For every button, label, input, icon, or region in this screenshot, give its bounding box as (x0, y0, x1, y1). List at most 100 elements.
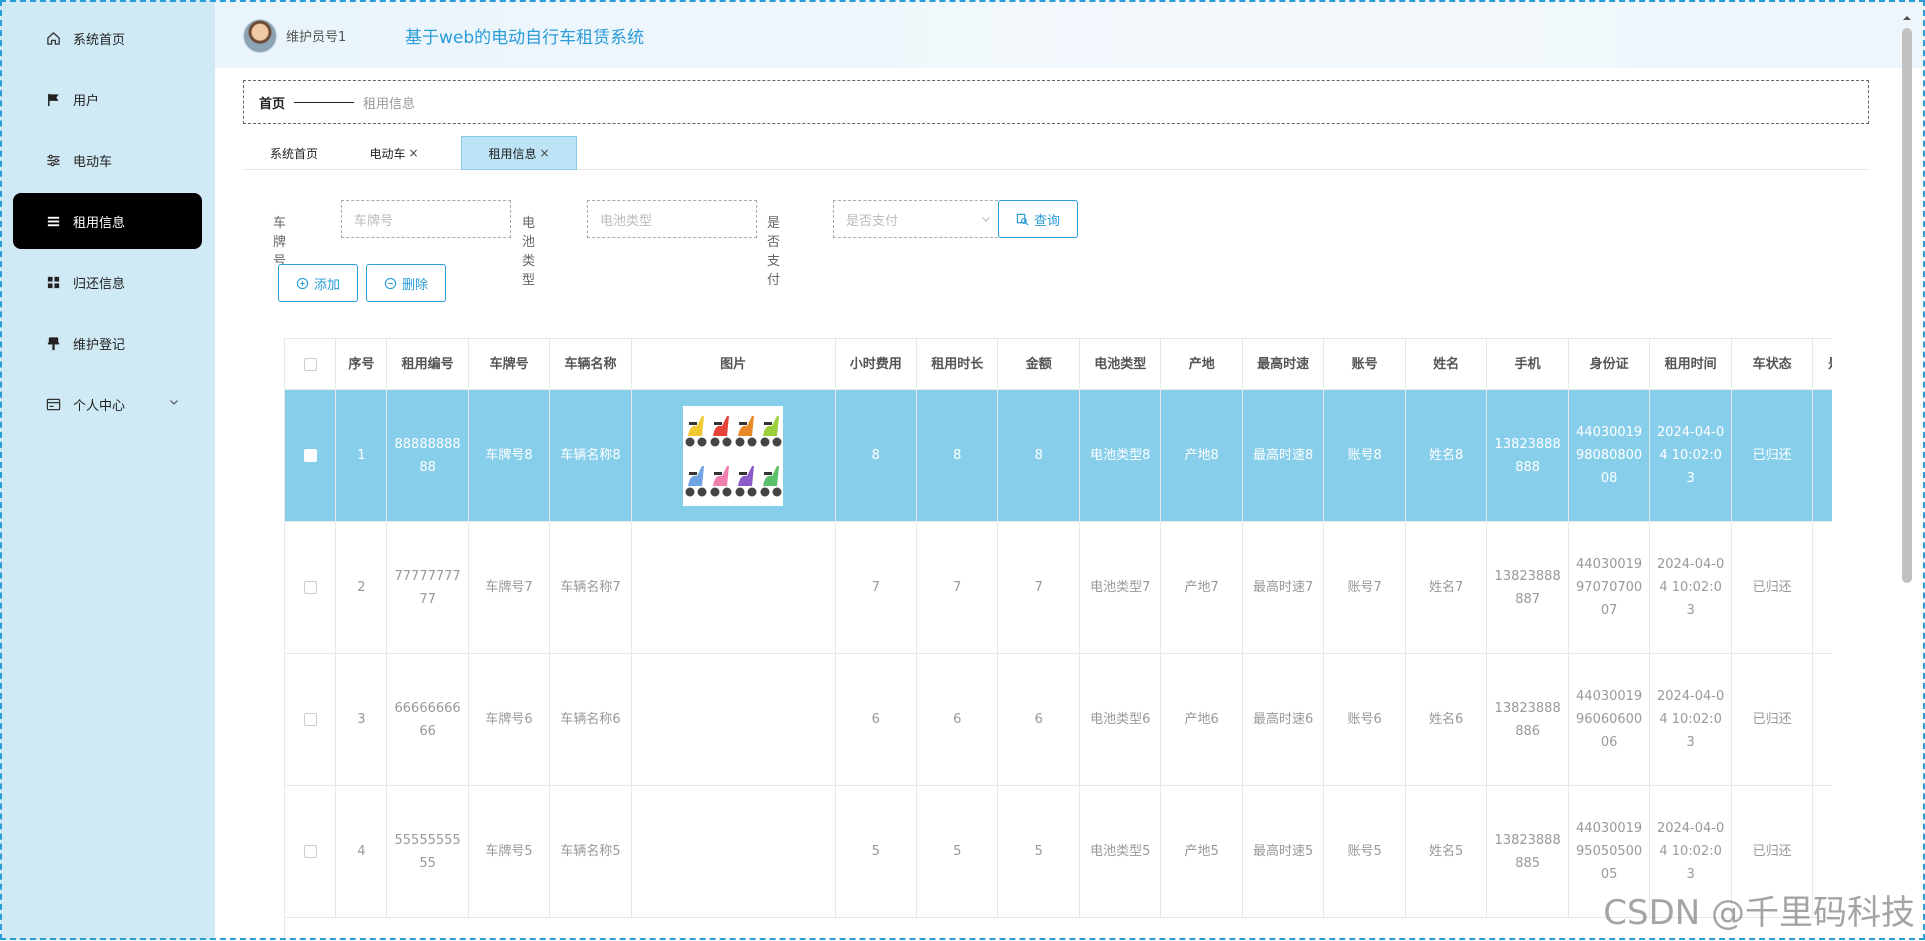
cell-index: 1 (335, 389, 388, 522)
cell-id-card: 440300199808080008 (1568, 389, 1651, 522)
column-header[interactable]: 账号 (1323, 339, 1406, 390)
column-header[interactable]: 电池类型 (1079, 339, 1162, 390)
sidebar-item-profile[interactable]: 个人中心 (13, 376, 202, 432)
row-select-cell (285, 521, 337, 654)
cell-name: 车辆名称7 (549, 521, 632, 654)
flag-icon (45, 91, 61, 107)
cell-id-card: 440300199606060006 (1568, 653, 1651, 786)
cell-name: 车辆名称8 (549, 389, 632, 522)
tab-bar: 系统首页 电动车 × 租用信息 × (243, 136, 1869, 170)
image-cell (631, 521, 836, 654)
cell-duration: 5 (916, 785, 999, 918)
sidebar-item-label: 系统首页 (73, 32, 126, 48)
battery-input[interactable]: 电池类型 (587, 200, 757, 238)
cell-person: 姓名8 (1405, 389, 1488, 522)
cell-person: 姓名5 (1405, 785, 1488, 918)
column-header[interactable]: 车牌号 (468, 339, 551, 390)
rental-table: 序号 租用编号 车牌号 车辆名称 图片 小时费用 租用时长 金额 电池类型 产地… (284, 338, 1832, 941)
sidebar-item-label: 维护登记 (73, 337, 126, 353)
cell-plate: 车牌号6 (468, 653, 551, 786)
cell-paid: 未支付 (1812, 521, 1832, 654)
vertical-scrollbar[interactable] (1902, 28, 1912, 583)
search-icon (1016, 213, 1029, 225)
table-header-row: 序号 租用编号 车牌号 车辆名称 图片 小时费用 租用时长 金额 电池类型 产地… (285, 339, 1832, 390)
image-cell (631, 785, 836, 918)
plate-input[interactable]: 车牌号 (341, 200, 511, 238)
row-select-cell (285, 653, 337, 786)
tab-label: 系统首页 (269, 146, 318, 161)
minus-circle-icon (384, 277, 397, 289)
cell-speed: 最高时速7 (1242, 521, 1325, 654)
sidebar-item-rental[interactable]: 租用信息 (13, 193, 202, 249)
column-header[interactable]: 姓名 (1405, 339, 1488, 390)
column-header[interactable]: 最高时速 (1242, 339, 1325, 390)
close-icon[interactable]: × (539, 146, 549, 160)
column-header[interactable]: 租用时长 (916, 339, 999, 390)
row-checkbox[interactable] (303, 449, 317, 462)
cell-time: 2024-04-04 10:02:03 (1649, 389, 1732, 522)
sidebar-item-return[interactable]: 归还信息 (13, 254, 202, 310)
row-select-cell (285, 785, 337, 918)
tab-home[interactable]: 系统首页 (243, 136, 345, 170)
close-icon[interactable]: × (408, 146, 418, 160)
cell-rent-no: 7777777777 (386, 521, 469, 654)
column-header[interactable]: 租用编号 (386, 339, 469, 390)
cell-amount: 5 (997, 785, 1080, 918)
sidebar-item-maintenance[interactable]: 维护登记 (13, 315, 202, 371)
column-header[interactable]: 租用时间 (1649, 339, 1732, 390)
select-all-checkbox[interactable] (303, 357, 317, 371)
chevron-down-icon[interactable] (168, 396, 180, 412)
query-button[interactable]: 查询 (998, 200, 1078, 238)
breadcrumb-home[interactable]: 首页 (259, 93, 285, 112)
plus-circle-icon (296, 277, 309, 289)
scroll-up-arrow[interactable] (1902, 8, 1912, 22)
column-header[interactable]: 小时费用 (835, 339, 918, 390)
avatar[interactable] (243, 19, 277, 53)
sidebar-item-users[interactable]: 用户 (13, 71, 202, 127)
sidebar-item-label: 个人中心 (73, 398, 126, 414)
row-checkbox[interactable] (303, 845, 317, 858)
table-row[interactable]: 3 6666666666 车牌号6 车辆名称6 6 6 6 电池类型6 产地6 最高时速6 账号6 姓… (285, 653, 1832, 786)
column-header[interactable]: 身份证 (1568, 339, 1651, 390)
cell-battery: 电池类型5 (1079, 785, 1162, 918)
cell-rent-no: 6666666666 (386, 653, 469, 786)
column-header[interactable]: 车状态 (1731, 339, 1814, 390)
paid-select-value: 是否支付 (846, 213, 899, 229)
scooter-image[interactable] (683, 405, 784, 506)
cell-origin: 产地6 (1160, 653, 1243, 786)
row-select-cell (285, 389, 337, 522)
table-row[interactable]: 2 7777777777 车牌号7 车辆名称7 7 7 7 电池类型7 产地7 最高时速7 账号7 姓… (285, 521, 1832, 654)
column-header[interactable]: 产地 (1160, 339, 1243, 390)
delete-button[interactable]: 删除 (366, 264, 446, 302)
cell-index: 2 (335, 521, 388, 654)
column-header[interactable]: 是否支付 (1812, 339, 1832, 390)
row-checkbox[interactable] (303, 713, 317, 726)
plate-label: 车牌号 (273, 216, 287, 269)
tab-ebike[interactable]: 电动车 × (345, 136, 443, 170)
column-header[interactable]: 图片 (631, 339, 836, 390)
add-button-label: 添加 (313, 277, 340, 293)
paid-select[interactable]: 是否支付 (833, 200, 1003, 238)
sidebar-item-ebike[interactable]: 电动车 (13, 132, 202, 188)
table-row[interactable]: 4 5555555555 车牌号5 车辆名称5 5 5 5 电池类型5 产地5 最高时速5 账号5 姓… (285, 785, 1832, 918)
column-header[interactable]: 手机 (1486, 339, 1569, 390)
row-checkbox[interactable] (303, 581, 317, 594)
sidebar-item-label: 租用信息 (73, 215, 126, 231)
cell-index: 3 (335, 653, 388, 786)
sidebar-item-home[interactable]: 系统首页 (13, 10, 202, 66)
cell-battery: 电池类型6 (1079, 653, 1162, 786)
cell-speed: 最高时速8 (1242, 389, 1325, 522)
column-header[interactable]: 序号 (335, 339, 388, 390)
tab-label: 租用信息 (488, 146, 537, 161)
column-header[interactable]: 金额 (997, 339, 1080, 390)
cell-time: 2024-04-04 10:02:03 (1649, 521, 1732, 654)
cell-amount: 6 (997, 653, 1080, 786)
add-button[interactable]: 添加 (278, 264, 358, 302)
grid-icon (45, 274, 61, 290)
cell-hourly: 5 (835, 785, 918, 918)
cell-plate: 车牌号5 (468, 785, 551, 918)
app-title: 基于web的电动自行车租赁系统 (405, 28, 645, 48)
tab-rental[interactable]: 租用信息 × (461, 136, 577, 170)
column-header[interactable]: 车辆名称 (549, 339, 632, 390)
table-row[interactable]: 1 8888888888 车牌号8 车辆名称8 8 8 8 电池类型8 产地8 最高时速8 账号8 姓… (285, 389, 1832, 522)
